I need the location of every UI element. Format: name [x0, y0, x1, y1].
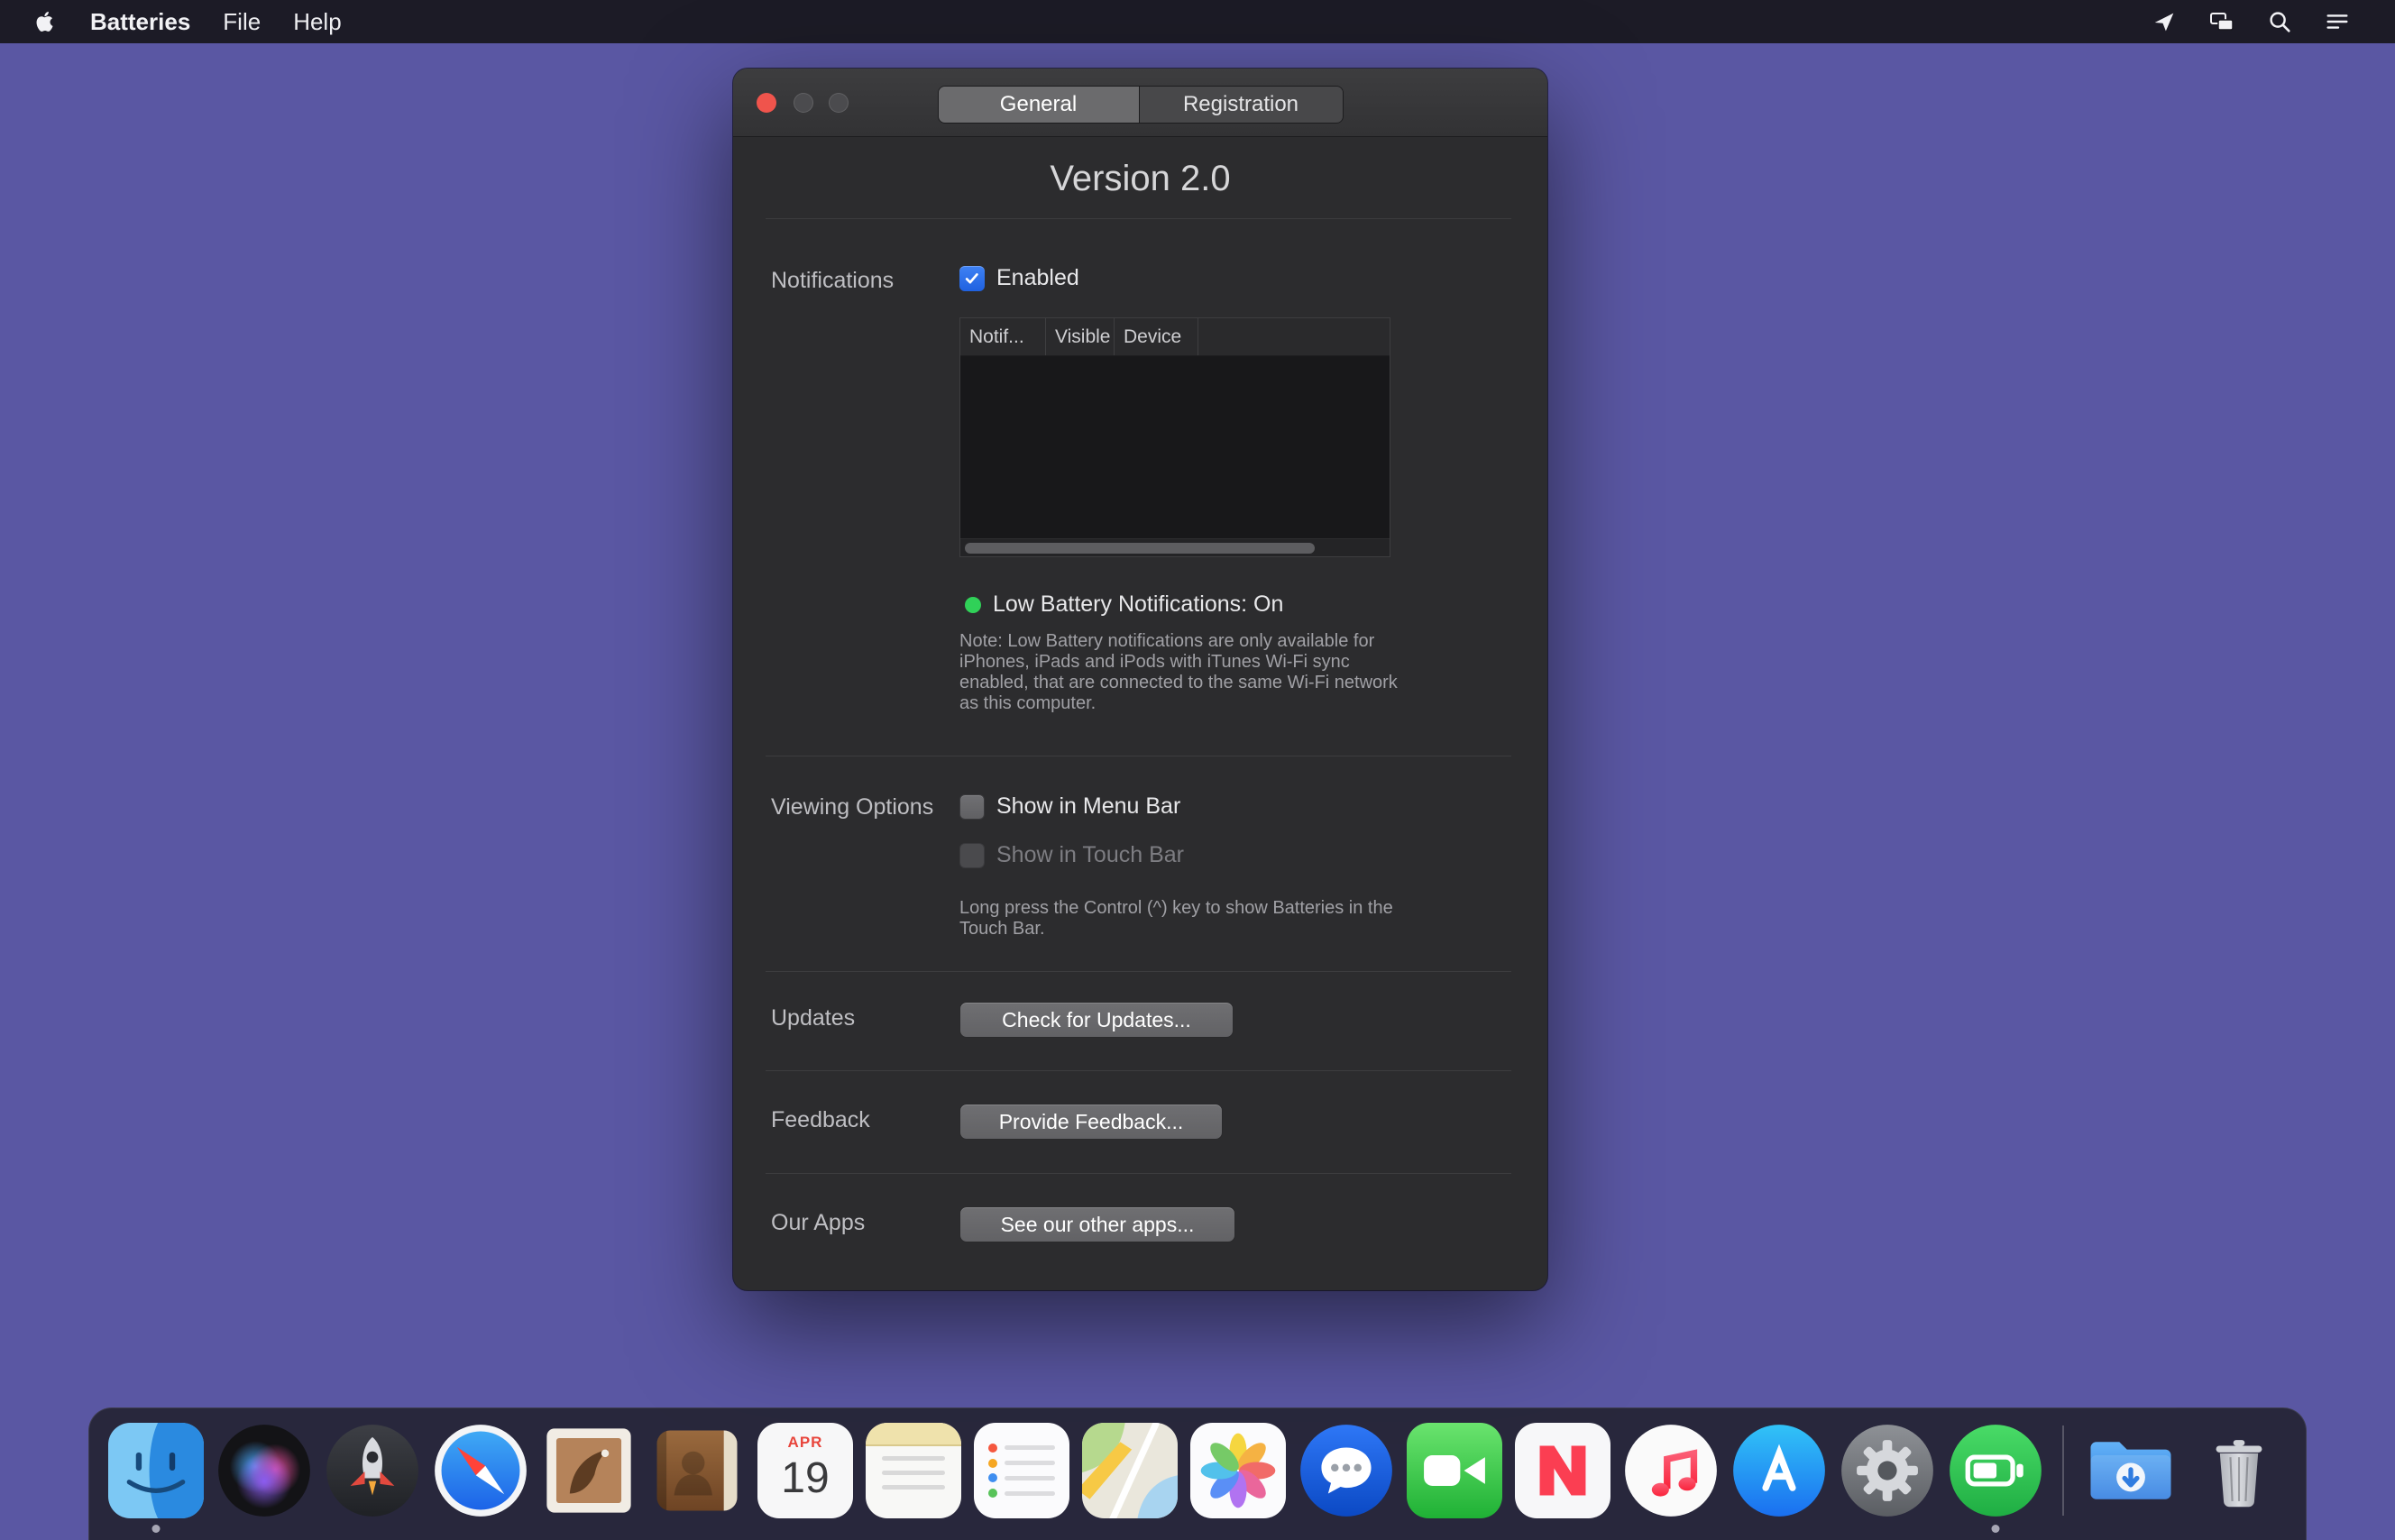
- updates-label: Updates: [771, 1005, 855, 1031]
- notifications-device-table[interactable]: Notif... Visible Device: [959, 317, 1390, 557]
- siri-icon: [216, 1423, 312, 1518]
- batteries-preferences-window: General Registration Version 2.0 Notific…: [733, 69, 1547, 1290]
- cursor-arrow-icon[interactable]: [2150, 7, 2179, 36]
- menu-help[interactable]: Help: [293, 8, 341, 36]
- see-our-other-apps-button[interactable]: See our other apps...: [959, 1206, 1235, 1242]
- photos-icon: [1190, 1423, 1286, 1518]
- dock-finder[interactable]: [106, 1421, 206, 1520]
- dock-siri[interactable]: [214, 1421, 315, 1520]
- dock-separator: [2062, 1425, 2064, 1516]
- show-in-touch-bar-label: Show in Touch Bar: [996, 842, 1184, 868]
- scrollbar-thumb[interactable]: [965, 543, 1315, 554]
- divider: [766, 1173, 1511, 1174]
- show-in-touch-bar-checkbox: [959, 843, 985, 868]
- table-header: Notif... Visible Device: [960, 318, 1390, 356]
- dock-mail[interactable]: [538, 1421, 639, 1520]
- trash-icon: [2191, 1423, 2287, 1518]
- divider: [766, 218, 1511, 219]
- dock-notes[interactable]: [863, 1421, 964, 1520]
- tab-general[interactable]: General: [939, 87, 1139, 123]
- dock-music[interactable]: [1620, 1421, 1721, 1520]
- divider: [766, 1070, 1511, 1071]
- column-header-notif[interactable]: Notif...: [960, 318, 1046, 355]
- low-battery-status-text: Low Battery Notifications: On: [993, 591, 1283, 618]
- notifications-label: Notifications: [771, 268, 894, 294]
- dock-messages[interactable]: [1296, 1421, 1397, 1520]
- safari-icon: [433, 1423, 528, 1518]
- dock-system-preferences[interactable]: [1837, 1421, 1938, 1520]
- show-in-menu-bar-checkbox[interactable]: [959, 794, 985, 820]
- maps-icon: [1082, 1423, 1178, 1518]
- version-title: Version 2.0: [733, 159, 1547, 199]
- touch-bar-note: Long press the Control (^) key to show B…: [959, 898, 1415, 940]
- messages-icon: [1298, 1423, 1394, 1518]
- feedback-label: Feedback: [771, 1107, 870, 1133]
- close-button[interactable]: [757, 93, 776, 113]
- divider: [766, 971, 1511, 972]
- horizontal-scrollbar[interactable]: [960, 538, 1390, 556]
- show-in-menu-bar-label: Show in Menu Bar: [996, 793, 1180, 820]
- our-apps-label: Our Apps: [771, 1210, 865, 1236]
- reminders-icon: [974, 1423, 1069, 1518]
- tab-registration[interactable]: Registration: [1139, 87, 1343, 123]
- dock-contacts[interactable]: [647, 1421, 748, 1520]
- zoom-button[interactable]: [829, 93, 849, 113]
- tab-bar: General Registration: [938, 86, 1344, 124]
- low-battery-note: Note: Low Battery notifications are only…: [959, 631, 1415, 714]
- dock-calendar[interactable]: APR 19: [755, 1421, 856, 1520]
- enabled-checkbox-label: Enabled: [996, 265, 1079, 291]
- show-in-touch-bar-row: Show in Touch Bar: [959, 842, 1184, 868]
- notification-center-icon[interactable]: [2323, 7, 2352, 36]
- system-preferences-icon: [1840, 1423, 1935, 1518]
- enabled-checkbox[interactable]: [959, 266, 985, 291]
- finder-icon: [108, 1423, 204, 1518]
- column-header-device[interactable]: Device: [1115, 318, 1198, 355]
- dock-launchpad[interactable]: [322, 1421, 423, 1520]
- calendar-month-label: APR: [788, 1434, 823, 1452]
- dock-batteries[interactable]: [1945, 1421, 2046, 1520]
- news-icon: [1515, 1423, 1610, 1518]
- dock-maps[interactable]: [1079, 1421, 1180, 1520]
- notes-icon: [866, 1423, 961, 1518]
- apple-menu-icon[interactable]: [32, 9, 58, 34]
- column-header-filler: [1198, 318, 1390, 355]
- dock-reminders[interactable]: [971, 1421, 1072, 1520]
- dock-safari[interactable]: [430, 1421, 531, 1520]
- dock-trash[interactable]: [2189, 1421, 2289, 1520]
- mail-icon: [541, 1423, 637, 1518]
- minimize-button[interactable]: [794, 93, 813, 113]
- provide-feedback-button[interactable]: Provide Feedback...: [959, 1104, 1223, 1140]
- window-titlebar[interactable]: General Registration: [733, 69, 1547, 137]
- calendar-icon: APR 19: [757, 1423, 853, 1518]
- dock-news[interactable]: [1512, 1421, 1613, 1520]
- dock-facetime[interactable]: [1404, 1421, 1505, 1520]
- displays-icon[interactable]: [2207, 7, 2236, 36]
- app-menu-batteries[interactable]: Batteries: [90, 8, 190, 36]
- dock-photos[interactable]: [1188, 1421, 1289, 1520]
- menu-file[interactable]: File: [223, 8, 261, 36]
- app-store-icon: [1731, 1423, 1827, 1518]
- contacts-icon: [649, 1423, 745, 1518]
- show-in-menu-bar-row: Show in Menu Bar: [959, 793, 1180, 820]
- dock: APR 19: [88, 1407, 2307, 1540]
- music-icon: [1623, 1423, 1719, 1518]
- launchpad-icon: [325, 1423, 420, 1518]
- viewing-options-label: Viewing Options: [771, 794, 933, 820]
- menu-bar: Batteries File Help: [0, 0, 2395, 43]
- calendar-day-label: 19: [781, 1453, 829, 1503]
- column-header-visible[interactable]: Visible: [1046, 318, 1115, 355]
- batteries-icon: [1948, 1423, 2043, 1518]
- dock-downloads[interactable]: [2080, 1421, 2181, 1520]
- check-for-updates-button[interactable]: Check for Updates...: [959, 1002, 1234, 1038]
- dock-app-store[interactable]: [1729, 1421, 1830, 1520]
- spotlight-icon[interactable]: [2265, 7, 2294, 36]
- enabled-checkbox-row: Enabled: [959, 265, 1079, 291]
- downloads-folder-icon: [2083, 1423, 2179, 1518]
- status-green-dot-icon: [965, 597, 981, 613]
- facetime-icon: [1407, 1423, 1502, 1518]
- low-battery-status-row: Low Battery Notifications: On: [959, 591, 1283, 618]
